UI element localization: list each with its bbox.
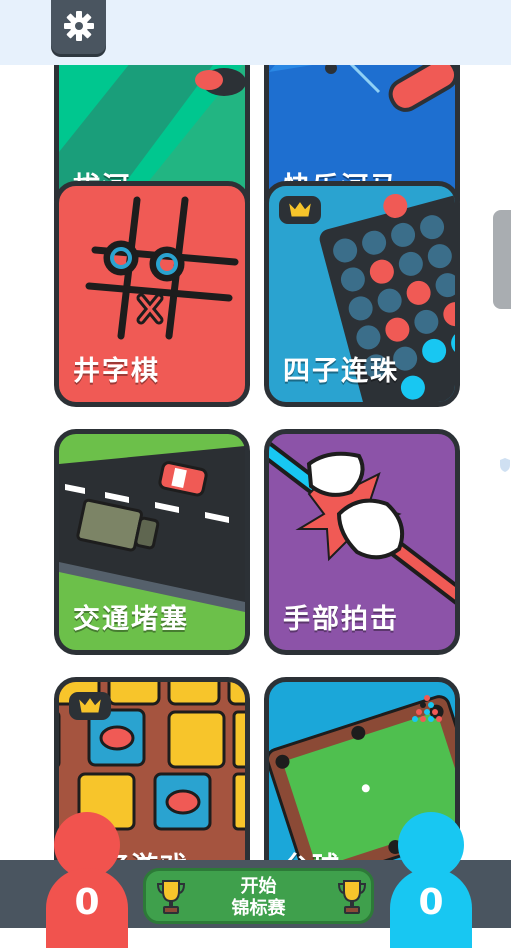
game-label: 井字棋 [73, 356, 160, 387]
gear-icon [64, 11, 94, 41]
shield-icon [500, 458, 510, 472]
premium-badge [69, 692, 111, 720]
game-label: 四子连珠 [283, 356, 399, 387]
game-card-connect-four[interactable]: 四子连珠 [264, 181, 460, 407]
premium-badge [279, 196, 321, 224]
game-label: 手部拍击 [283, 604, 399, 635]
red-player: 0 [46, 812, 128, 948]
game-grid: 拔河 快乐河马 [0, 65, 511, 860]
game-card-traffic-jam[interactable]: 交通堵塞 [54, 429, 250, 655]
blue-score: 0 [418, 882, 444, 923]
game-label: 台球 [283, 845, 341, 860]
trophy-icon [337, 880, 367, 914]
settings-button[interactable] [51, 0, 106, 54]
crown-icon [289, 202, 311, 217]
game-card-hand-slap[interactable]: 手部拍击 [264, 429, 460, 655]
start-tournament-button[interactable]: 开始 锦标赛 [143, 868, 374, 924]
game-card-tic-tac-toe[interactable]: 井字棋 [54, 181, 250, 407]
crown-icon [79, 698, 101, 713]
blue-player: 0 [390, 812, 472, 948]
red-score: 0 [74, 882, 100, 923]
game-label: 交通堵塞 [73, 604, 189, 635]
side-drawer-handle[interactable] [493, 210, 511, 309]
